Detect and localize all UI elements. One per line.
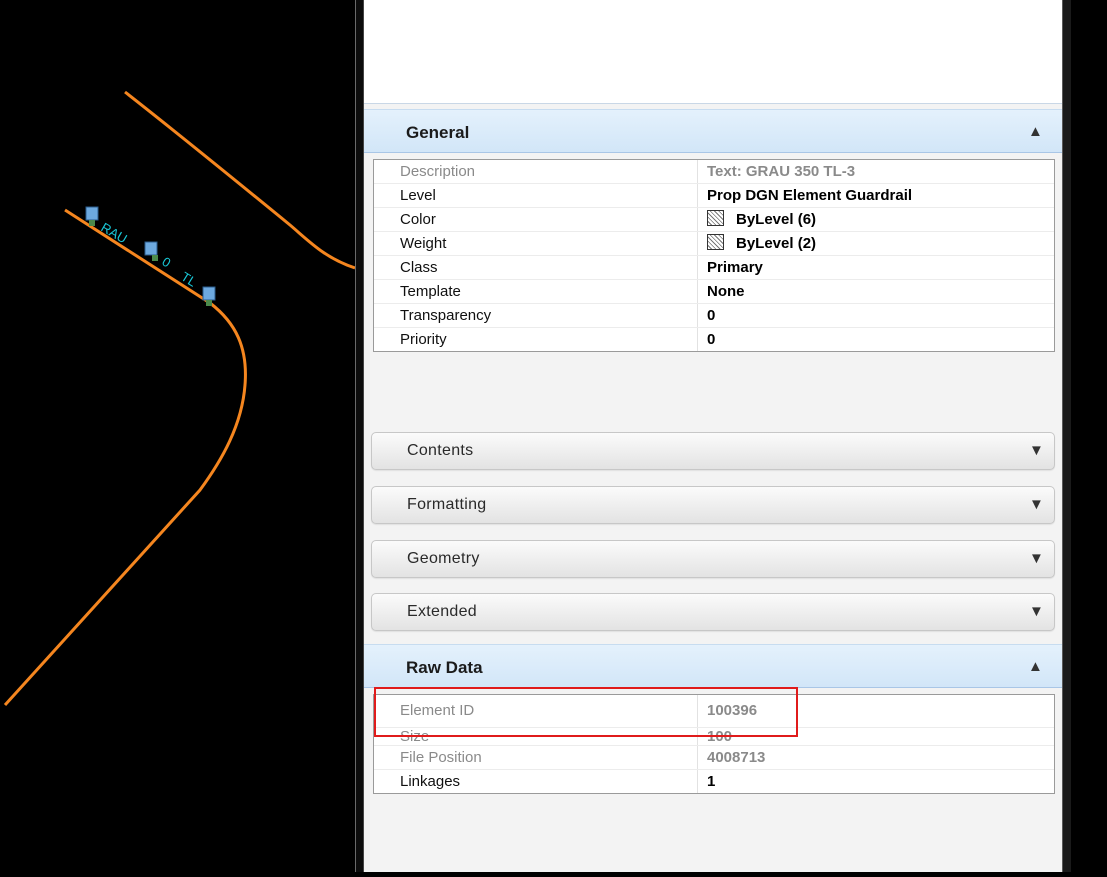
chevron-down-icon[interactable]: ▼ (1029, 442, 1044, 459)
color-value-cell: ByLevel (6) (707, 208, 816, 231)
property-row-color[interactable]: Color ByLevel (6) (374, 208, 1054, 232)
property-row-linkages[interactable]: Linkages 1 (374, 770, 1054, 793)
right-window-edge (1062, 0, 1107, 872)
section-title-contents: Contents (407, 442, 474, 459)
property-label: Description (400, 163, 476, 180)
property-row-level[interactable]: Level Prop DGN Element Guardrail (374, 184, 1054, 208)
panel-top-area (364, 0, 1062, 104)
grip-handle-3[interactable] (202, 286, 216, 306)
property-row-file-position[interactable]: File Position 4008713 (374, 746, 1054, 770)
section-header-raw-data[interactable]: Raw Data ▲ (364, 644, 1062, 688)
property-value: 0 (707, 331, 716, 348)
guardrail-route-line[interactable] (3, 208, 247, 707)
property-label: Weight (400, 235, 447, 252)
property-value: Prop DGN Element Guardrail (707, 187, 913, 204)
section-title-raw-data: Raw Data (406, 658, 483, 677)
weight-value-cell: ByLevel (2) (707, 232, 816, 255)
property-row-element-id[interactable]: Element ID 100396 (374, 695, 1054, 728)
property-value: 1 (707, 773, 716, 790)
property-value: Primary (707, 259, 763, 276)
weight-swatch-icon (707, 234, 724, 250)
section-title-formatting: Formatting (407, 496, 487, 513)
property-label: Transparency (400, 307, 492, 324)
property-label: Priority (400, 331, 447, 348)
section-header-geometry[interactable]: Geometry ▼ (371, 540, 1055, 578)
property-row-template[interactable]: Template None (374, 280, 1054, 304)
chevron-down-icon[interactable]: ▼ (1029, 603, 1044, 620)
property-row-size[interactable]: Size 100 (374, 728, 1054, 746)
property-label: Size (400, 728, 430, 745)
property-value: Text: GRAU 350 TL-3 (707, 163, 856, 180)
section-title-extended: Extended (407, 603, 478, 620)
property-label: File Position (400, 749, 482, 766)
property-label: Template (400, 283, 461, 300)
property-value: 100396 (707, 702, 758, 719)
chevron-down-icon[interactable]: ▼ (1029, 496, 1044, 513)
section-header-formatting[interactable]: Formatting ▼ (371, 486, 1055, 524)
splitter-bar[interactable] (355, 0, 364, 872)
property-value: ByLevel (2) (736, 235, 817, 252)
property-value: 100 (707, 728, 733, 745)
chevron-down-icon[interactable]: ▼ (1029, 550, 1044, 567)
property-label: Linkages (400, 773, 461, 790)
properties-panel: General ▲ Description Text: GRAU 350 TL-… (364, 0, 1062, 872)
section-header-contents[interactable]: Contents ▼ (371, 432, 1055, 470)
property-value: ByLevel (6) (736, 211, 817, 228)
section-title-general: General (406, 123, 470, 142)
section-title-geometry: Geometry (407, 550, 480, 567)
drawing-svg: RAU 0 TL (3, 90, 356, 707)
property-row-transparency[interactable]: Transparency 0 (374, 304, 1054, 328)
grip-handle-2[interactable] (144, 241, 158, 261)
general-property-grid: Description Text: GRAU 350 TL-3 Level Pr… (373, 159, 1055, 352)
chevron-up-icon[interactable]: ▲ (1028, 658, 1043, 675)
property-value: 4008713 (707, 749, 766, 766)
section-header-extended[interactable]: Extended ▼ (371, 593, 1055, 631)
drawing-canvas[interactable]: RAU 0 TL (0, 0, 356, 872)
cad-text-label-2[interactable]: 0 (159, 254, 173, 271)
raw-data-property-grid: Element ID 100396 Size 100 File Position… (373, 694, 1055, 794)
section-header-general[interactable]: General ▲ (364, 109, 1062, 153)
property-value: None (707, 283, 745, 300)
property-value: 0 (707, 307, 716, 324)
property-label: Element ID (400, 702, 475, 719)
upper-route-line (124, 90, 356, 270)
property-label: Class (400, 259, 438, 276)
property-label: Level (400, 187, 436, 204)
property-row-description[interactable]: Description Text: GRAU 350 TL-3 (374, 160, 1054, 184)
property-row-priority[interactable]: Priority 0 (374, 328, 1054, 351)
color-swatch-icon (707, 210, 724, 226)
chevron-up-icon[interactable]: ▲ (1028, 123, 1043, 140)
property-row-class[interactable]: Class Primary (374, 256, 1054, 280)
property-label: Color (400, 211, 436, 228)
property-row-weight[interactable]: Weight ByLevel (2) (374, 232, 1054, 256)
